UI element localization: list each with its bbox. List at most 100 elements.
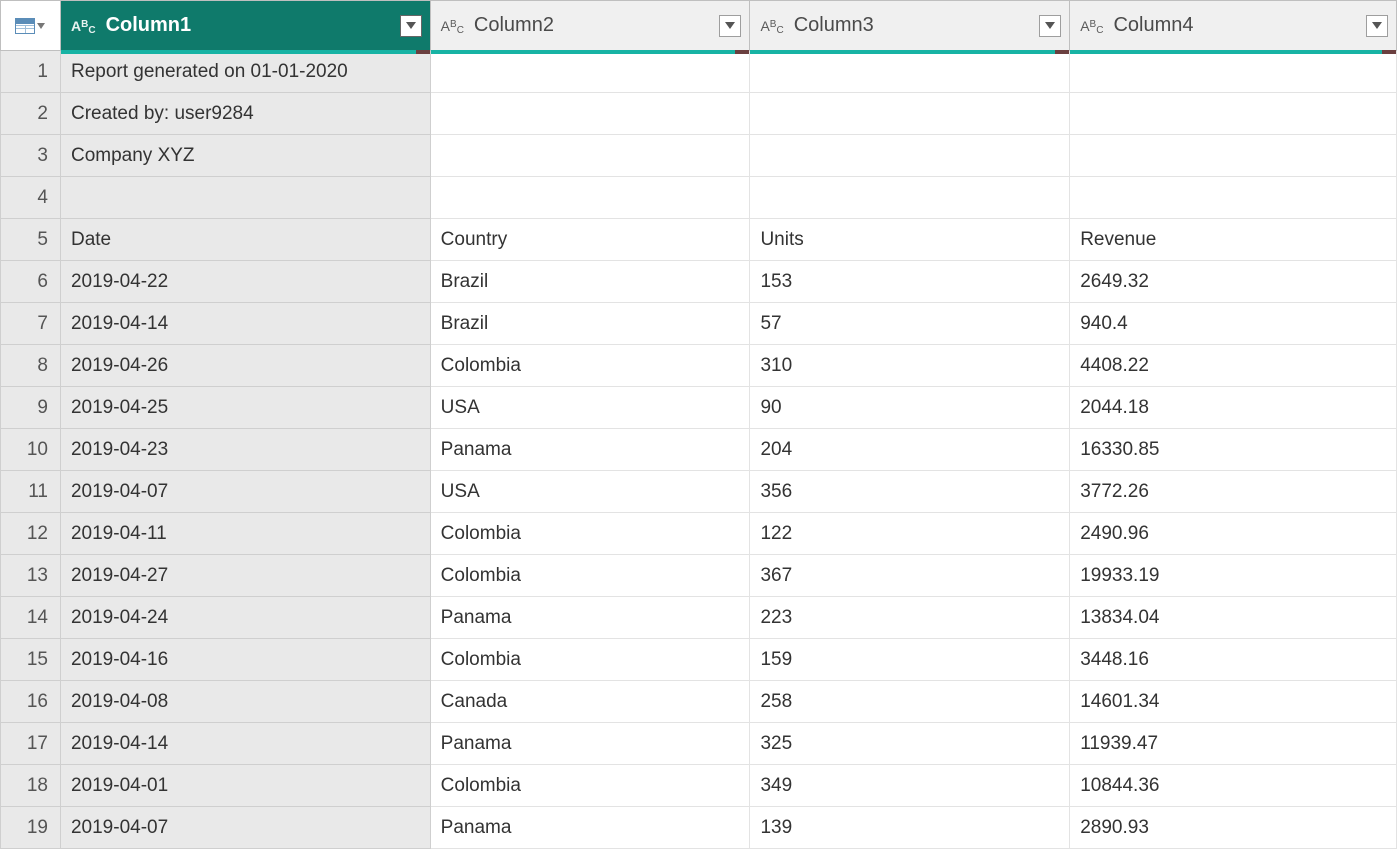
cell[interactable]: Company XYZ — [60, 135, 430, 177]
cell[interactable] — [1070, 177, 1397, 219]
cell[interactable]: 122 — [750, 513, 1070, 555]
table-row[interactable]: 3Company XYZ — [1, 135, 1397, 177]
row-number[interactable]: 5 — [1, 219, 61, 261]
table-row[interactable]: 132019-04-27Colombia36719933.19 — [1, 555, 1397, 597]
cell[interactable]: 11939.47 — [1070, 723, 1397, 765]
cell[interactable] — [60, 177, 430, 219]
cell[interactable]: 2019-04-14 — [60, 303, 430, 345]
cell[interactable]: 2019-04-07 — [60, 807, 430, 849]
cell[interactable]: 16330.85 — [1070, 429, 1397, 471]
cell[interactable]: 2019-04-24 — [60, 597, 430, 639]
cell[interactable]: 325 — [750, 723, 1070, 765]
table-row[interactable]: 152019-04-16Colombia1593448.16 — [1, 639, 1397, 681]
cell[interactable]: 4408.22 — [1070, 345, 1397, 387]
cell[interactable]: Colombia — [430, 765, 750, 807]
datatype-text-icon[interactable]: ABC — [1080, 18, 1103, 34]
datatype-text-icon[interactable]: ABC — [441, 18, 464, 34]
cell[interactable] — [430, 177, 750, 219]
cell[interactable] — [1070, 135, 1397, 177]
row-number[interactable]: 8 — [1, 345, 61, 387]
row-number[interactable]: 2 — [1, 93, 61, 135]
cell[interactable]: Revenue — [1070, 219, 1397, 261]
cell[interactable]: 367 — [750, 555, 1070, 597]
cell[interactable]: 2649.32 — [1070, 261, 1397, 303]
cell[interactable]: Panama — [430, 429, 750, 471]
cell[interactable] — [750, 177, 1070, 219]
column-resize-grip[interactable] — [1382, 50, 1396, 54]
cell[interactable]: 90 — [750, 387, 1070, 429]
cell[interactable]: 2019-04-14 — [60, 723, 430, 765]
cell[interactable]: 13834.04 — [1070, 597, 1397, 639]
row-number[interactable]: 14 — [1, 597, 61, 639]
row-number[interactable]: 9 — [1, 387, 61, 429]
cell[interactable]: 2890.93 — [1070, 807, 1397, 849]
table-row[interactable]: 5DateCountryUnitsRevenue — [1, 219, 1397, 261]
cell[interactable]: 2019-04-22 — [60, 261, 430, 303]
column-header-2[interactable]: ABCColumn2 — [430, 1, 750, 51]
cell[interactable]: 356 — [750, 471, 1070, 513]
row-number[interactable]: 1 — [1, 51, 61, 93]
cell[interactable]: 10844.36 — [1070, 765, 1397, 807]
cell[interactable]: Panama — [430, 807, 750, 849]
table-row[interactable]: 112019-04-07USA3563772.26 — [1, 471, 1397, 513]
select-all-corner[interactable] — [1, 1, 61, 51]
cell[interactable]: Panama — [430, 597, 750, 639]
cell[interactable] — [750, 51, 1070, 93]
cell[interactable]: Date — [60, 219, 430, 261]
row-number[interactable]: 10 — [1, 429, 61, 471]
cell[interactable] — [430, 93, 750, 135]
table-row[interactable]: 162019-04-08Canada25814601.34 — [1, 681, 1397, 723]
column-header-3[interactable]: ABCColumn3 — [750, 1, 1070, 51]
cell[interactable]: 2019-04-07 — [60, 471, 430, 513]
table-row[interactable]: 92019-04-25USA902044.18 — [1, 387, 1397, 429]
cell[interactable]: 2490.96 — [1070, 513, 1397, 555]
cell[interactable] — [750, 135, 1070, 177]
cell[interactable]: 139 — [750, 807, 1070, 849]
row-number[interactable]: 12 — [1, 513, 61, 555]
cell[interactable]: Colombia — [430, 639, 750, 681]
column-filter-button[interactable] — [1039, 15, 1061, 37]
cell[interactable]: Colombia — [430, 513, 750, 555]
row-number[interactable]: 4 — [1, 177, 61, 219]
cell[interactable] — [430, 135, 750, 177]
cell[interactable]: Units — [750, 219, 1070, 261]
cell[interactable]: 2019-04-27 — [60, 555, 430, 597]
table-row[interactable]: 172019-04-14Panama32511939.47 — [1, 723, 1397, 765]
row-number[interactable]: 15 — [1, 639, 61, 681]
column-filter-button[interactable] — [1366, 15, 1388, 37]
table-row[interactable]: 62019-04-22Brazil1532649.32 — [1, 261, 1397, 303]
cell[interactable]: 57 — [750, 303, 1070, 345]
cell[interactable]: 2019-04-23 — [60, 429, 430, 471]
cell[interactable] — [1070, 51, 1397, 93]
column-filter-button[interactable] — [400, 15, 422, 37]
cell[interactable]: 159 — [750, 639, 1070, 681]
cell[interactable]: Brazil — [430, 261, 750, 303]
column-header-4[interactable]: ABCColumn4 — [1070, 1, 1397, 51]
row-number[interactable]: 13 — [1, 555, 61, 597]
cell[interactable]: Panama — [430, 723, 750, 765]
cell[interactable]: Colombia — [430, 555, 750, 597]
cell[interactable]: 2019-04-26 — [60, 345, 430, 387]
cell[interactable]: 2019-04-25 — [60, 387, 430, 429]
cell[interactable]: 3448.16 — [1070, 639, 1397, 681]
table-row[interactable]: 122019-04-11Colombia1222490.96 — [1, 513, 1397, 555]
row-number[interactable]: 19 — [1, 807, 61, 849]
cell[interactable]: 204 — [750, 429, 1070, 471]
row-number[interactable]: 3 — [1, 135, 61, 177]
column-header-1[interactable]: ABCColumn1 — [60, 1, 430, 51]
cell[interactable]: 2044.18 — [1070, 387, 1397, 429]
cell[interactable]: Report generated on 01-01-2020 — [60, 51, 430, 93]
cell[interactable]: 2019-04-01 — [60, 765, 430, 807]
cell[interactable]: Created by: user9284 — [60, 93, 430, 135]
row-number[interactable]: 17 — [1, 723, 61, 765]
cell[interactable] — [430, 51, 750, 93]
table-row[interactable]: 1Report generated on 01-01-2020 — [1, 51, 1397, 93]
row-number[interactable]: 16 — [1, 681, 61, 723]
cell[interactable]: Canada — [430, 681, 750, 723]
cell[interactable]: Brazil — [430, 303, 750, 345]
cell[interactable]: USA — [430, 387, 750, 429]
table-row[interactable]: 142019-04-24Panama22313834.04 — [1, 597, 1397, 639]
row-number[interactable]: 18 — [1, 765, 61, 807]
cell[interactable]: Colombia — [430, 345, 750, 387]
cell[interactable]: USA — [430, 471, 750, 513]
